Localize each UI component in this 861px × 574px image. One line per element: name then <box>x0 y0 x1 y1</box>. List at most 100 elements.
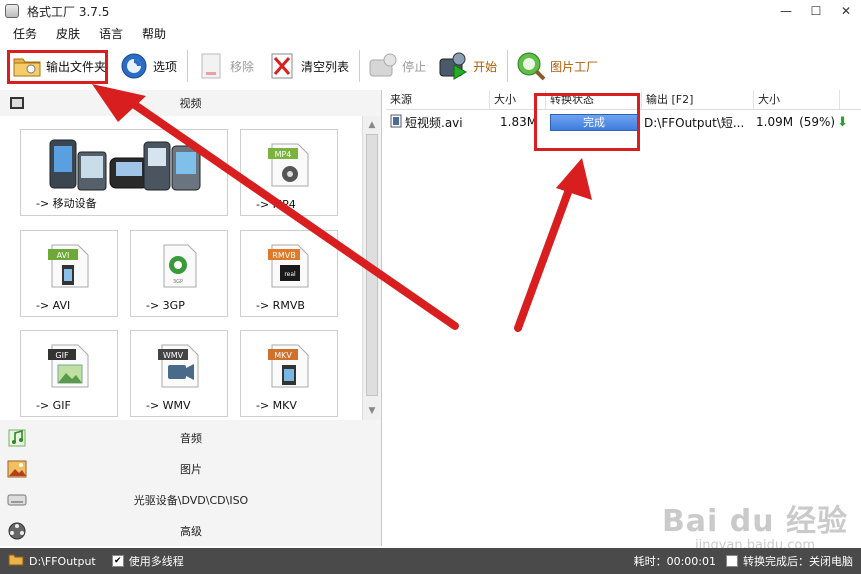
mp4-badge: MP4 <box>275 150 292 159</box>
menu-task[interactable]: 任务 <box>10 23 40 44</box>
format-grid: -> 移动设备 MP4 -> MP4 AVI -> AVI 3GP -> 3GP <box>0 116 362 420</box>
menu-help[interactable]: 帮助 <box>139 23 169 44</box>
window-title: 格式工厂 3.7.5 <box>27 4 110 19</box>
remove-label: 移除 <box>230 59 255 74</box>
options-button[interactable]: 选项 <box>116 46 180 86</box>
baidu-watermark: Bai du 经验 jingyan.baidu.com <box>660 496 850 553</box>
close-button[interactable]: ✕ <box>831 0 861 22</box>
tile-rmvb[interactable]: RMVB real -> RMVB <box>240 230 338 317</box>
output-path[interactable]: D:\FFOutput <box>29 555 96 568</box>
status-bar: D:\FFOutput ✔ 使用多线程 耗时：00:00:01 转换完成后：关闭… <box>0 548 861 574</box>
maximize-button[interactable]: ☐ <box>801 0 831 22</box>
scrollbar-thumb[interactable] <box>366 134 378 396</box>
column-source[interactable]: 来源 <box>386 90 490 109</box>
tile-avi[interactable]: AVI -> AVI <box>20 230 118 317</box>
tile-gif-label: -> GIF <box>36 399 71 412</box>
rmvb-file-icon: RMVB real <box>266 243 312 292</box>
clear-list-button[interactable]: 清空列表 <box>264 46 352 86</box>
scroll-up-icon[interactable]: ▲ <box>365 118 379 132</box>
multithread-checkbox[interactable]: ✔ <box>111 555 124 567</box>
wmv-badge: WMV <box>163 351 184 360</box>
mobile-devices-icon <box>44 136 204 197</box>
menu-bar: 任务 皮肤 语言 帮助 <box>0 22 861 44</box>
category-disc-label: 光驱设备\DVD\CD\ISO <box>133 493 249 507</box>
advanced-reel-icon <box>7 521 27 541</box>
menu-skin[interactable]: 皮肤 <box>53 23 83 44</box>
picture-factory-icon <box>516 51 546 81</box>
minimize-button[interactable]: — <box>771 0 801 22</box>
task-output-size: 1.09M <box>756 115 794 129</box>
task-output-size-cell: 1.09M (59%) ⬇ <box>754 112 854 132</box>
stop-label: 停止 <box>402 59 427 74</box>
mp4-file-icon: MP4 <box>266 142 312 191</box>
tile-wmv[interactable]: WMV -> WMV <box>130 330 228 417</box>
toolbar-separator <box>507 50 509 82</box>
toolbar-separator <box>359 50 361 82</box>
tile-mobile-device-label: -> 移动设备 <box>36 197 97 210</box>
tile-mp4-label: -> MP4 <box>256 198 296 211</box>
rmvb-badge: RMVB <box>272 251 295 260</box>
toolbar-separator <box>187 50 189 82</box>
category-audio[interactable]: 音频 <box>0 422 382 453</box>
stop-button[interactable]: 停止 <box>365 46 429 86</box>
toolbar: 输出文件夹 选项 移除 清空列表 停止 开始 图片工厂 <box>0 44 861 88</box>
format-grid-scrollbar[interactable]: ▲ ▼ <box>362 116 380 420</box>
gif-file-icon: GIF <box>46 343 92 392</box>
app-icon <box>5 4 19 18</box>
down-arrow-icon: ⬇ <box>837 114 849 130</box>
category-image-label: 图片 <box>180 462 202 476</box>
clear-list-icon <box>267 51 297 81</box>
window-controls: — ☐ ✕ <box>771 0 861 22</box>
remove-button[interactable]: 移除 <box>193 46 257 86</box>
task-output-cell: D:\FFOutput\短... <box>644 115 745 130</box>
output-folder-icon <box>8 553 24 569</box>
task-source-cell: 短视频.avi <box>386 112 490 132</box>
picture-icon <box>7 459 27 479</box>
column-output-size[interactable]: 大小 <box>754 90 840 109</box>
title-bar: 格式工厂 3.7.5 — ☐ ✕ <box>0 0 861 22</box>
category-video[interactable]: 视频 <box>0 90 381 116</box>
category-advanced[interactable]: 高级 <box>0 515 382 546</box>
highlight-output-folder <box>7 50 108 84</box>
tile-mp4[interactable]: MP4 -> MP4 <box>240 129 338 216</box>
start-label: 开始 <box>473 59 498 74</box>
disc-drive-icon <box>7 490 27 510</box>
after-done-label: 转换完成后：关闭电脑 <box>743 555 853 568</box>
task-ratio: (59%) <box>799 115 836 129</box>
category-advanced-label: 高级 <box>180 524 202 538</box>
clear-list-label: 清空列表 <box>301 59 350 74</box>
menu-language[interactable]: 语言 <box>96 23 126 44</box>
avi-file-icon: AVI <box>46 243 92 292</box>
category-disc[interactable]: 光驱设备\DVD\CD\ISO <box>0 484 382 515</box>
category-audio-label: 音频 <box>180 431 202 445</box>
tile-gif[interactable]: GIF -> GIF <box>20 330 118 417</box>
multithread-label: 使用多线程 <box>128 555 184 568</box>
wmv-file-icon: WMV <box>156 343 202 392</box>
column-output[interactable]: 输出 [F2] <box>642 90 754 109</box>
stop-icon <box>368 51 398 81</box>
tile-mobile-device[interactable]: -> 移动设备 <box>20 129 228 216</box>
svg-text:real: real <box>284 271 296 278</box>
options-label: 选项 <box>153 59 178 74</box>
category-image[interactable]: 图片 <box>0 453 382 484</box>
category-list: 音频 图片 光驱设备\DVD\CD\ISO 高级 <box>0 422 382 546</box>
start-button[interactable]: 开始 <box>436 46 500 86</box>
avi-badge: AVI <box>57 251 70 260</box>
scroll-down-icon[interactable]: ▼ <box>365 404 379 418</box>
tile-3gp-label: -> 3GP <box>146 299 185 312</box>
tile-3gp[interactable]: 3GP -> 3GP <box>130 230 228 317</box>
picture-factory-button[interactable]: 图片工厂 <box>513 46 601 86</box>
tile-mkv[interactable]: MKV -> MKV <box>240 330 338 417</box>
tile-rmvb-label: -> RMVB <box>256 299 305 312</box>
task-source-name: 短视频.avi <box>405 115 463 130</box>
highlight-status-column <box>534 93 640 151</box>
options-icon <box>119 51 149 81</box>
mkv-badge: MKV <box>274 351 292 360</box>
tile-wmv-label: -> WMV <box>146 399 191 412</box>
after-done-checkbox[interactable] <box>726 555 738 567</box>
gif-badge: GIF <box>55 351 69 360</box>
music-note-icon <box>7 428 27 448</box>
picture-factory-label: 图片工厂 <box>550 59 599 74</box>
watermark-brand: Bai du 经验 <box>661 504 849 539</box>
video-category-icon <box>8 94 26 112</box>
